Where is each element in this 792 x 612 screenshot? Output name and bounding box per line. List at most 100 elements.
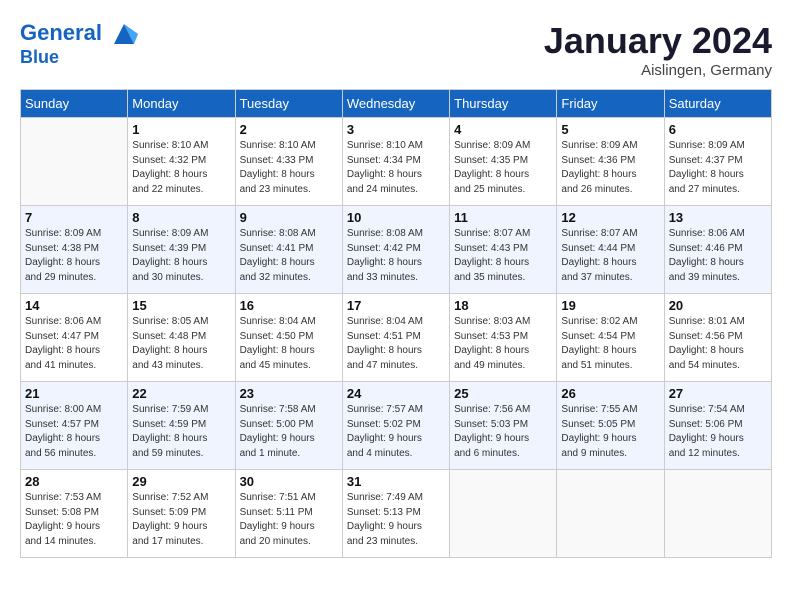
day-info: Sunrise: 7:52 AM Sunset: 5:09 PM Dayligh… <box>132 491 230 549</box>
day-info: Sunrise: 8:07 AM Sunset: 4:44 PM Dayligh… <box>561 227 659 285</box>
calendar-cell: 4 Sunrise: 8:09 AM Sunset: 4:35 PM Daylig… <box>450 118 557 206</box>
day-info: Sunrise: 7:54 AM Sunset: 5:06 PM Dayligh… <box>669 403 767 461</box>
day-number: 28 <box>25 474 123 489</box>
day-number: 7 <box>25 210 123 225</box>
day-info: Sunrise: 8:01 AM Sunset: 4:56 PM Dayligh… <box>669 315 767 373</box>
day-info: Sunrise: 8:09 AM Sunset: 4:35 PM Dayligh… <box>454 139 552 197</box>
calendar-cell: 15Sunrise: 8:05 AM Sunset: 4:48 PM Dayli… <box>128 294 235 382</box>
calendar-week-1: 1Sunrise: 8:10 AM Sunset: 4:32 PM Daylig… <box>21 118 772 206</box>
day-info: Sunrise: 8:10 AM Sunset: 4:32 PM Dayligh… <box>132 139 230 197</box>
day-number: 30 <box>240 474 338 489</box>
day-header-saturday: Saturday <box>664 90 771 118</box>
day-header-tuesday: Tuesday <box>235 90 342 118</box>
day-info: Sunrise: 7:55 AM Sunset: 5:05 PM Dayligh… <box>561 403 659 461</box>
day-info: Sunrise: 8:09 AM Sunset: 4:36 PM Dayligh… <box>561 139 659 197</box>
day-number: 11 <box>454 210 552 225</box>
header-row: SundayMondayTuesdayWednesdayThursdayFrid… <box>21 90 772 118</box>
calendar-cell: 7 Sunrise: 8:09 AM Sunset: 4:38 PM Daylig… <box>21 206 128 294</box>
day-info: Sunrise: 8:09 AM Sunset: 4:38 PM Dayligh… <box>25 227 123 285</box>
day-info: Sunrise: 8:08 AM Sunset: 4:41 PM Dayligh… <box>240 227 338 285</box>
location: Aislingen, Germany <box>544 62 772 79</box>
day-number: 6 <box>669 122 767 137</box>
calendar-cell: 21 Sunrise: 8:00 AM Sunset: 4:57 PM Dayli… <box>21 382 128 470</box>
month-title: January 2024 <box>544 20 772 62</box>
day-info: Sunrise: 7:59 AM Sunset: 4:59 PM Dayligh… <box>132 403 230 461</box>
day-number: 29 <box>132 474 230 489</box>
day-info: Sunrise: 8:09 AM Sunset: 4:39 PM Dayligh… <box>132 227 230 285</box>
day-header-thursday: Thursday <box>450 90 557 118</box>
calendar-week-4: 21 Sunrise: 8:00 AM Sunset: 4:57 PM Dayli… <box>21 382 772 470</box>
day-info: Sunrise: 8:07 AM Sunset: 4:43 PM Dayligh… <box>454 227 552 285</box>
day-number: 24 <box>347 386 445 401</box>
calendar-cell: 22Sunrise: 7:59 AM Sunset: 4:59 PM Dayli… <box>128 382 235 470</box>
logo: General Blue <box>20 20 138 68</box>
day-number: 27 <box>669 386 767 401</box>
day-number: 26 <box>561 386 659 401</box>
day-number: 14 <box>25 298 123 313</box>
day-number: 12 <box>561 210 659 225</box>
day-number: 18 <box>454 298 552 313</box>
calendar-cell: 19 Sunrise: 8:02 AM Sunset: 4:54 PM Dayli… <box>557 294 664 382</box>
calendar-cell: 25Sunrise: 7:56 AM Sunset: 5:03 PM Dayli… <box>450 382 557 470</box>
day-number: 23 <box>240 386 338 401</box>
calendar-cell: 1Sunrise: 8:10 AM Sunset: 4:32 PM Daylig… <box>128 118 235 206</box>
day-info: Sunrise: 8:03 AM Sunset: 4:53 PM Dayligh… <box>454 315 552 373</box>
day-info: Sunrise: 8:04 AM Sunset: 4:51 PM Dayligh… <box>347 315 445 373</box>
calendar-cell: 18 Sunrise: 8:03 AM Sunset: 4:53 PM Dayli… <box>450 294 557 382</box>
day-info: Sunrise: 8:06 AM Sunset: 4:47 PM Dayligh… <box>25 315 123 373</box>
day-number: 8 <box>132 210 230 225</box>
calendar-cell: 30 Sunrise: 7:51 AM Sunset: 5:11 PM Dayli… <box>235 470 342 558</box>
day-info: Sunrise: 7:51 AM Sunset: 5:11 PM Dayligh… <box>240 491 338 549</box>
calendar-cell: 23 Sunrise: 7:58 AM Sunset: 5:00 PM Dayli… <box>235 382 342 470</box>
day-number: 3 <box>347 122 445 137</box>
calendar-cell <box>450 470 557 558</box>
calendar-cell: 24Sunrise: 7:57 AM Sunset: 5:02 PM Dayli… <box>342 382 449 470</box>
calendar-cell: 29 Sunrise: 7:52 AM Sunset: 5:09 PM Dayli… <box>128 470 235 558</box>
day-number: 19 <box>561 298 659 313</box>
calendar-cell: 2Sunrise: 8:10 AM Sunset: 4:33 PM Daylig… <box>235 118 342 206</box>
calendar-cell <box>21 118 128 206</box>
day-number: 5 <box>561 122 659 137</box>
calendar-cell: 13Sunrise: 8:06 AM Sunset: 4:46 PM Dayli… <box>664 206 771 294</box>
calendar-cell: 16 Sunrise: 8:04 AM Sunset: 4:50 PM Dayli… <box>235 294 342 382</box>
day-info: Sunrise: 7:49 AM Sunset: 5:13 PM Dayligh… <box>347 491 445 549</box>
day-info: Sunrise: 7:53 AM Sunset: 5:08 PM Dayligh… <box>25 491 123 549</box>
day-header-friday: Friday <box>557 90 664 118</box>
calendar-cell: 12 Sunrise: 8:07 AM Sunset: 4:44 PM Dayli… <box>557 206 664 294</box>
calendar-cell: 17 Sunrise: 8:04 AM Sunset: 4:51 PM Dayli… <box>342 294 449 382</box>
title-block: January 2024 Aislingen, Germany <box>544 20 772 79</box>
day-info: Sunrise: 8:05 AM Sunset: 4:48 PM Dayligh… <box>132 315 230 373</box>
calendar-cell <box>664 470 771 558</box>
day-info: Sunrise: 8:10 AM Sunset: 4:33 PM Dayligh… <box>240 139 338 197</box>
calendar-cell: 5 Sunrise: 8:09 AM Sunset: 4:36 PM Daylig… <box>557 118 664 206</box>
day-info: Sunrise: 8:09 AM Sunset: 4:37 PM Dayligh… <box>669 139 767 197</box>
calendar-cell: 28 Sunrise: 7:53 AM Sunset: 5:08 PM Dayli… <box>21 470 128 558</box>
calendar-cell: 26 Sunrise: 7:55 AM Sunset: 5:05 PM Dayli… <box>557 382 664 470</box>
calendar-cell: 31Sunrise: 7:49 AM Sunset: 5:13 PM Dayli… <box>342 470 449 558</box>
day-number: 20 <box>669 298 767 313</box>
calendar-cell: 10Sunrise: 8:08 AM Sunset: 4:42 PM Dayli… <box>342 206 449 294</box>
day-info: Sunrise: 8:00 AM Sunset: 4:57 PM Dayligh… <box>25 403 123 461</box>
day-info: Sunrise: 8:10 AM Sunset: 4:34 PM Dayligh… <box>347 139 445 197</box>
calendar-table: SundayMondayTuesdayWednesdayThursdayFrid… <box>20 89 772 558</box>
day-info: Sunrise: 8:06 AM Sunset: 4:46 PM Dayligh… <box>669 227 767 285</box>
day-number: 21 <box>25 386 123 401</box>
logo-text: General <box>20 20 138 48</box>
calendar-cell: 9Sunrise: 8:08 AM Sunset: 4:41 PM Daylig… <box>235 206 342 294</box>
calendar-cell: 20 Sunrise: 8:01 AM Sunset: 4:56 PM Dayli… <box>664 294 771 382</box>
calendar-cell: 11 Sunrise: 8:07 AM Sunset: 4:43 PM Dayli… <box>450 206 557 294</box>
day-info: Sunrise: 7:58 AM Sunset: 5:00 PM Dayligh… <box>240 403 338 461</box>
calendar-cell: 3 Sunrise: 8:10 AM Sunset: 4:34 PM Daylig… <box>342 118 449 206</box>
calendar-cell: 6 Sunrise: 8:09 AM Sunset: 4:37 PM Daylig… <box>664 118 771 206</box>
calendar-week-2: 7 Sunrise: 8:09 AM Sunset: 4:38 PM Daylig… <box>21 206 772 294</box>
day-number: 17 <box>347 298 445 313</box>
calendar-cell: 8 Sunrise: 8:09 AM Sunset: 4:39 PM Daylig… <box>128 206 235 294</box>
day-info: Sunrise: 8:02 AM Sunset: 4:54 PM Dayligh… <box>561 315 659 373</box>
day-number: 16 <box>240 298 338 313</box>
calendar-cell <box>557 470 664 558</box>
day-info: Sunrise: 8:04 AM Sunset: 4:50 PM Dayligh… <box>240 315 338 373</box>
calendar-week-3: 14 Sunrise: 8:06 AM Sunset: 4:47 PM Dayli… <box>21 294 772 382</box>
day-number: 4 <box>454 122 552 137</box>
day-header-sunday: Sunday <box>21 90 128 118</box>
calendar-week-5: 28 Sunrise: 7:53 AM Sunset: 5:08 PM Dayli… <box>21 470 772 558</box>
